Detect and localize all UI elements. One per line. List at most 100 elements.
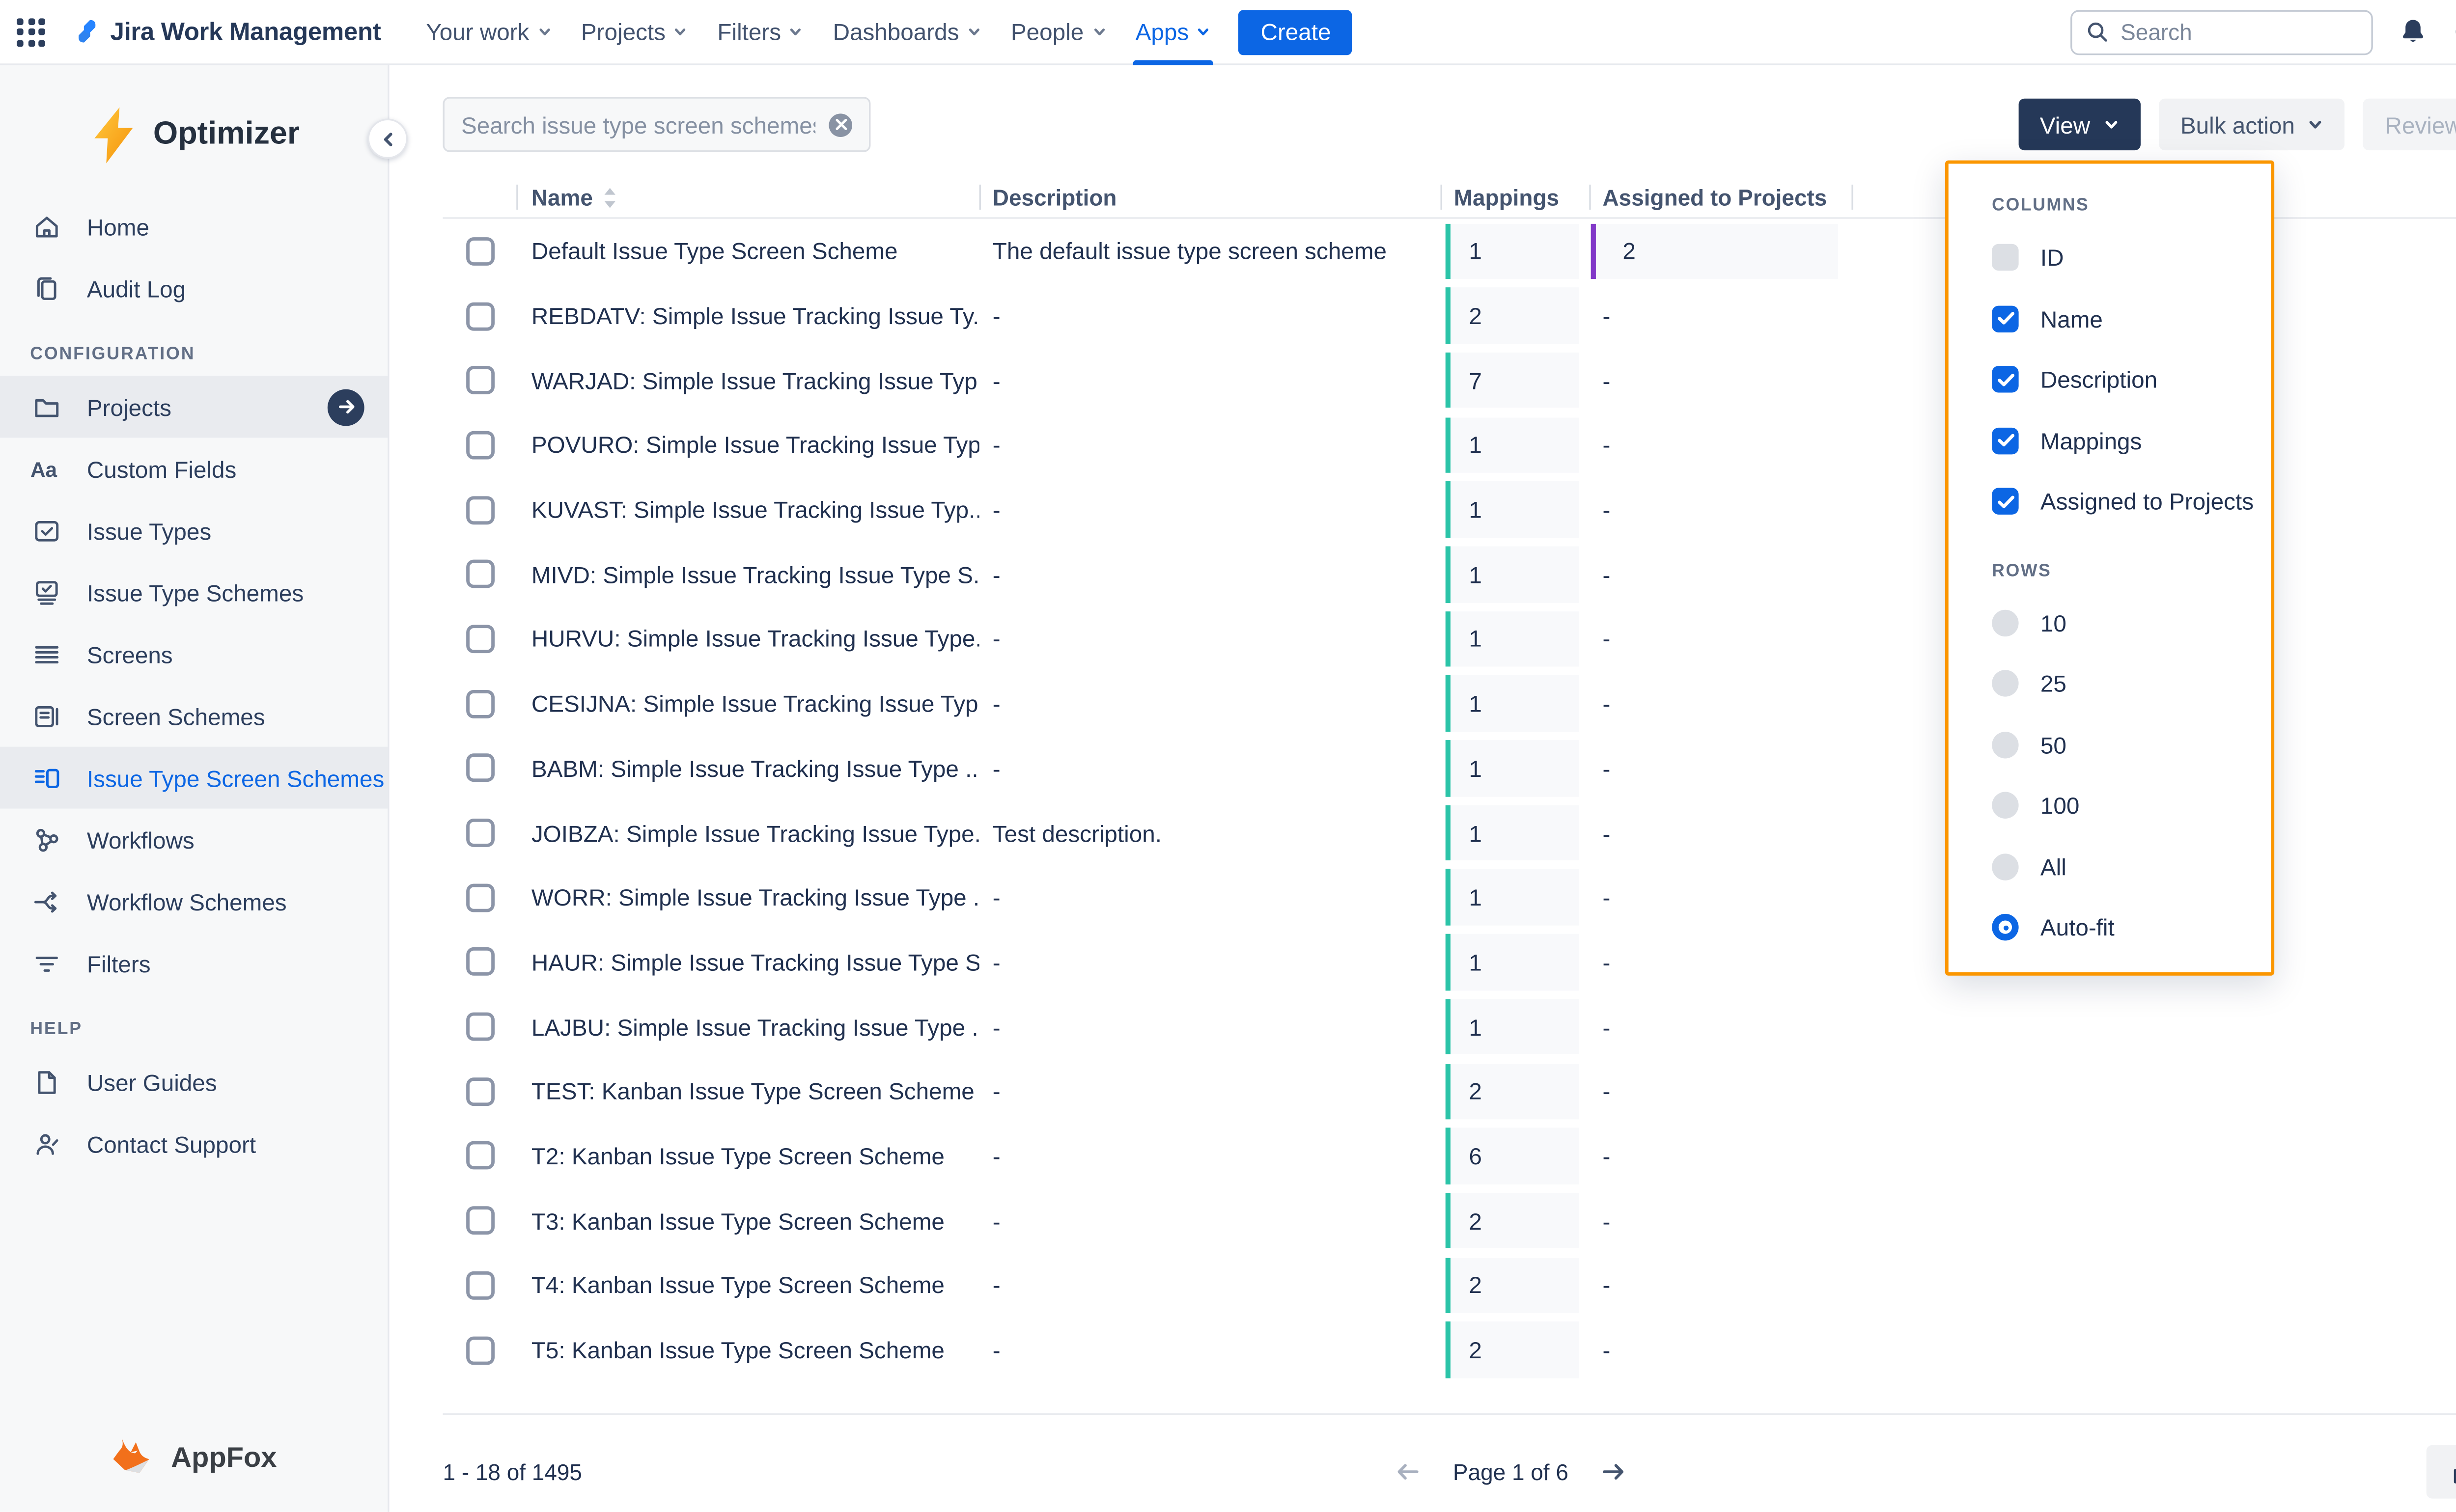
sort-icon[interactable] xyxy=(603,186,616,208)
mappings-value: 1 xyxy=(1446,870,1579,926)
cell-description: - xyxy=(979,1078,1441,1104)
sidebar-item-issue-types[interactable]: Issue Types xyxy=(0,499,388,561)
rows-option-auto-fit[interactable]: Auto-fit xyxy=(1992,897,2271,958)
cell-mappings: 1 xyxy=(1441,219,1590,284)
radio-icon[interactable] xyxy=(1992,731,2018,758)
sidebar-item-custom-fields[interactable]: AaCustom Fields xyxy=(0,438,388,499)
sidebar-item-contact-support[interactable]: Contact Support xyxy=(0,1113,388,1175)
cell-name: REBDATV: Simple Issue Tracking Issue Ty.… xyxy=(516,302,979,329)
topnav-item-apps[interactable]: Apps xyxy=(1120,0,1226,64)
rows-option-all[interactable]: All xyxy=(1992,836,2271,897)
rows-option-25[interactable]: 25 xyxy=(1992,653,2271,714)
column-header-name[interactable]: Name xyxy=(516,177,979,218)
mappings-value: 1 xyxy=(1446,417,1579,473)
mappings-value: 1 xyxy=(1446,676,1579,732)
review-changes-button[interactable]: Review changes xyxy=(2363,99,2456,150)
pagination: Page 1 of 6 xyxy=(1396,1460,1625,1485)
sidebar-item-screen-schemes[interactable]: Screen Schemes xyxy=(0,685,388,747)
row-checkbox[interactable] xyxy=(466,1142,495,1170)
row-checkbox[interactable] xyxy=(466,495,495,524)
row-checkbox[interactable] xyxy=(466,1013,495,1041)
sidebar-item-workflows[interactable]: Workflows xyxy=(0,809,388,871)
column-toggle-assigned-to-projects[interactable]: Assigned to Projects xyxy=(1992,471,2271,532)
table-row[interactable]: T5: Kanban Issue Type Screen Scheme-2- xyxy=(443,1318,2456,1382)
clear-search-icon[interactable] xyxy=(829,113,852,137)
sidebar-item-workflow-schemes[interactable]: Workflow Schemes xyxy=(0,870,388,932)
row-checkbox[interactable] xyxy=(466,1271,495,1299)
rows-option-100[interactable]: 100 xyxy=(1992,775,2271,836)
column-toggle-description[interactable]: Description xyxy=(1992,349,2271,410)
row-checkbox[interactable] xyxy=(466,948,495,976)
global-search-input[interactable] xyxy=(2121,19,2358,44)
column-toggle-name[interactable]: Name xyxy=(1992,288,2271,349)
create-button[interactable]: Create xyxy=(1239,9,1352,55)
sidebar-item-user-guides[interactable]: User Guides xyxy=(0,1051,388,1113)
topnav-item-your-work[interactable]: Your work xyxy=(411,0,566,64)
export-button[interactable]: Export xyxy=(2426,1446,2456,1499)
scheme-search-box[interactable] xyxy=(443,97,871,152)
selected-radio-icon[interactable] xyxy=(1992,914,2018,941)
help-icon[interactable]: ? xyxy=(2453,17,2456,47)
column-header-assigned-to-projects[interactable]: Assigned to Projects xyxy=(1589,177,1851,218)
table-row[interactable]: T3: Kanban Issue Type Screen Scheme-2- xyxy=(443,1188,2456,1253)
row-checkbox[interactable] xyxy=(466,560,495,589)
radio-icon[interactable] xyxy=(1992,670,2018,697)
checked-checkbox-icon[interactable] xyxy=(1992,366,2018,393)
row-checkbox[interactable] xyxy=(466,819,495,847)
row-checkbox[interactable] xyxy=(466,366,495,395)
table-row[interactable]: LAJBU: Simple Issue Tracking Issue Type … xyxy=(443,994,2456,1059)
checked-checkbox-icon[interactable] xyxy=(1992,427,2018,454)
main-content: View Bulk action Review changes NameDesc… xyxy=(390,65,2456,1512)
radio-icon[interactable] xyxy=(1992,609,2018,636)
column-header-mappings[interactable]: Mappings xyxy=(1441,177,1590,218)
topnav-item-people[interactable]: People xyxy=(996,0,1120,64)
sidebar-item-filters[interactable]: Filters xyxy=(0,932,388,994)
scheme-search-input[interactable] xyxy=(461,111,815,137)
sidebar-item-issue-type-schemes[interactable]: Issue Type Schemes xyxy=(0,561,388,623)
row-checkbox[interactable] xyxy=(466,625,495,653)
row-checkbox[interactable] xyxy=(466,431,495,459)
checked-checkbox-icon[interactable] xyxy=(1992,305,2018,332)
table-row[interactable]: T2: Kanban Issue Type Screen Scheme-6- xyxy=(443,1124,2456,1188)
cell-mappings: 2 xyxy=(1441,283,1590,348)
open-project-arrow-button[interactable] xyxy=(328,388,364,425)
rows-option-50[interactable]: 50 xyxy=(1992,714,2271,775)
previous-page-arrow-icon[interactable] xyxy=(1396,1462,1420,1483)
cell-name: TEST: Kanban Issue Type Screen Scheme xyxy=(516,1078,979,1104)
column-toggle-mappings[interactable]: Mappings xyxy=(1992,410,2271,471)
radio-icon[interactable] xyxy=(1992,853,2018,880)
unchecked-checkbox-icon[interactable] xyxy=(1992,245,2018,271)
view-button[interactable]: View xyxy=(2018,99,2141,150)
column-header-description[interactable]: Description xyxy=(979,177,1441,218)
sidebar-item-home[interactable]: Home xyxy=(0,195,388,257)
app-switcher-icon[interactable] xyxy=(17,18,45,46)
row-checkbox[interactable] xyxy=(466,1077,495,1106)
topnav-item-dashboards[interactable]: Dashboards xyxy=(818,0,996,64)
radio-icon[interactable] xyxy=(1992,792,2018,819)
table-row[interactable]: T4: Kanban Issue Type Screen Scheme-2- xyxy=(443,1253,2456,1318)
topnav-item-filters[interactable]: Filters xyxy=(702,0,818,64)
sidebar-collapse-button[interactable] xyxy=(367,119,408,159)
cell-assigned-to-projects: - xyxy=(1589,1253,1851,1318)
bulk-action-button[interactable]: Bulk action xyxy=(2159,99,2345,150)
notifications-bell-icon[interactable] xyxy=(2398,17,2428,47)
sidebar-item-issue-type-screen-schemes[interactable]: Issue Type Screen Schemes xyxy=(0,747,388,809)
next-page-arrow-icon[interactable] xyxy=(1602,1462,1625,1483)
column-toggle-id[interactable]: ID xyxy=(1992,227,2271,288)
sidebar-item-audit-log[interactable]: Audit Log xyxy=(0,257,388,319)
sidebar-item-projects[interactable]: Projects xyxy=(0,376,388,438)
row-checkbox[interactable] xyxy=(466,1207,495,1235)
row-checkbox[interactable] xyxy=(466,689,495,718)
row-checkbox[interactable] xyxy=(466,237,495,266)
checked-checkbox-icon[interactable] xyxy=(1992,488,2018,515)
rows-option-10[interactable]: 10 xyxy=(1992,592,2271,653)
jira-logo[interactable]: Jira Work Management xyxy=(67,16,381,48)
row-checkbox[interactable] xyxy=(466,1336,495,1364)
row-checkbox[interactable] xyxy=(466,302,495,330)
topnav-item-projects[interactable]: Projects xyxy=(566,0,702,64)
row-checkbox[interactable] xyxy=(466,754,495,782)
global-search[interactable] xyxy=(2070,9,2373,55)
sidebar-item-screens[interactable]: Screens xyxy=(0,623,388,685)
row-checkbox[interactable] xyxy=(466,883,495,912)
table-row[interactable]: TEST: Kanban Issue Type Screen Scheme-2- xyxy=(443,1059,2456,1124)
